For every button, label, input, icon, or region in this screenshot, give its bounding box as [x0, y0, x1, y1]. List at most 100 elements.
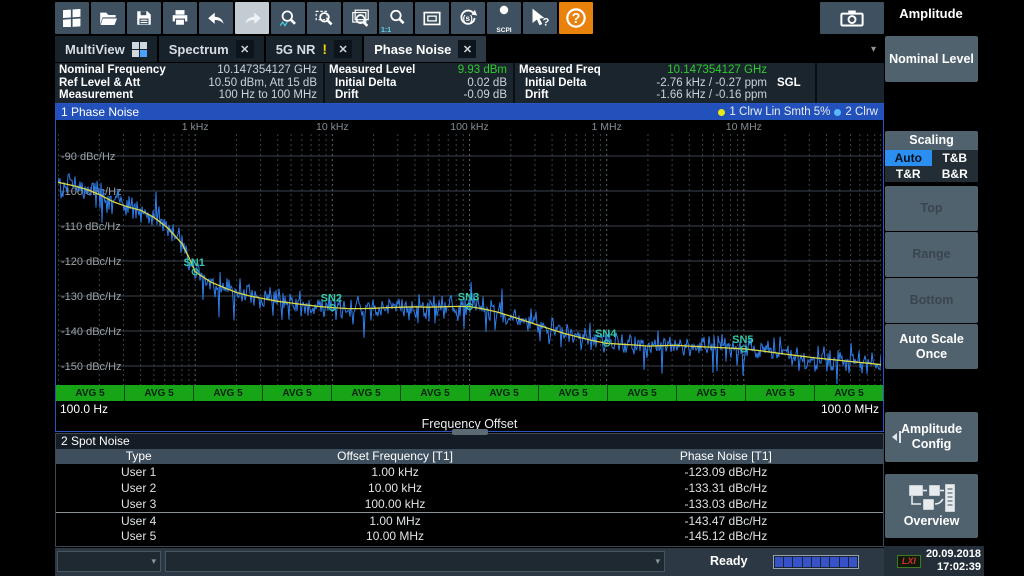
instrument-screen: 1:1 (s) SCPI ? ? Mu — [0, 0, 1024, 576]
scaling-option-br[interactable]: B&R — [932, 166, 979, 182]
zoom-one-to-one-button[interactable]: 1:1 — [379, 2, 413, 34]
info-label: Measurement — [59, 89, 133, 102]
camera-icon — [839, 8, 865, 28]
svg-text:SN2: SN2 — [321, 293, 342, 305]
tab-multiview[interactable]: MultiView — [55, 36, 157, 62]
cell-offset: 10.00 kHz — [221, 480, 568, 496]
bottom-button: Bottom — [885, 278, 978, 323]
zoom-graph-button[interactable] — [271, 2, 305, 34]
toolbar: 1:1 (s) SCPI ? ? — [55, 2, 884, 34]
help-button[interactable]: ? — [559, 2, 593, 34]
spot-noise-table-header: Type Offset Frequency [T1] Phase Noise [… — [56, 449, 883, 464]
softkey-menu: Amplitude Nominal Level Scaling Auto T&B… — [884, 0, 984, 576]
tab-phase-noise[interactable]: Phase Noise ✕ — [364, 36, 486, 62]
tab-spectrum-close-icon[interactable]: ✕ — [236, 40, 254, 58]
svg-text:1 kHz: 1 kHz — [182, 121, 209, 133]
svg-text:-110 dBc/Hz: -110 dBc/Hz — [61, 221, 121, 233]
time-label: 17:02:39 — [937, 561, 981, 573]
print-button[interactable] — [163, 2, 197, 34]
sweep-refresh-icon: (s) — [458, 8, 478, 28]
measurement-info-bar: Nominal Frequency10.147354127 GHz Ref Le… — [55, 63, 884, 103]
display-config-button[interactable] — [415, 2, 449, 34]
svg-text:-120 dBc/Hz: -120 dBc/Hz — [61, 256, 122, 268]
status-bar: ▾ ▾ Ready — [55, 548, 884, 576]
trace2-legend-label: 2 Clrw — [845, 106, 878, 118]
open-button[interactable] — [91, 2, 125, 34]
sweep-button[interactable]: (s) — [451, 2, 485, 34]
cell-offset: 1.00 kHz — [221, 464, 568, 480]
redo-button[interactable] — [235, 2, 269, 34]
table-row[interactable]: User 3 100.00 kHz -133.03 dBc/Hz — [56, 496, 883, 512]
status-dropdown-left[interactable]: ▾ — [57, 551, 161, 572]
tab-overflow-dropdown[interactable]: ▾ — [871, 44, 884, 55]
zoom-graph-icon — [279, 9, 298, 28]
svg-text:SN3: SN3 — [458, 292, 479, 304]
multi-zoom-button[interactable] — [343, 2, 377, 34]
softkey-menu-title: Amplitude — [884, 6, 978, 21]
info-column-level: Measured Level9.93 dBm Initial Delta0.02… — [325, 63, 513, 103]
progress-segment — [840, 557, 848, 567]
table-row[interactable]: User 4 1.00 MHz -143.47 dBc/Hz — [56, 512, 883, 528]
spot-noise-window-title: 2 Spot Noise — [56, 434, 883, 449]
zoom-select-button[interactable] — [307, 2, 341, 34]
cell-noise: -143.47 dBc/Hz — [569, 513, 883, 529]
overview-flow-icon — [908, 484, 956, 512]
scaling-button[interactable]: Scaling — [885, 131, 978, 150]
avg-segment: AVG 5 — [56, 385, 125, 401]
avg-segment: AVG 5 — [539, 385, 608, 401]
save-button[interactable] — [127, 2, 161, 34]
auto-scale-once-button[interactable]: Auto Scale Once — [885, 324, 978, 369]
info-label: Initial Delta — [519, 77, 586, 90]
tab-spectrum[interactable]: Spectrum ✕ — [159, 36, 264, 62]
overview-label: Overview — [904, 514, 960, 529]
dropdown-arrow-icon: ▾ — [151, 556, 156, 567]
dropdown-arrow-icon: ▾ — [655, 556, 660, 567]
info-bar-filler — [817, 63, 884, 103]
info-label: Nominal Frequency — [59, 64, 166, 77]
scaling-option-auto[interactable]: Auto — [885, 150, 932, 166]
scaling-option-tb[interactable]: T&B — [932, 150, 979, 166]
window-splitter-handle[interactable] — [452, 429, 488, 435]
avg-bar: AVG 5AVG 5AVG 5AVG 5AVG 5AVG 5AVG 5AVG 5… — [56, 385, 883, 401]
cell-offset: 100.00 kHz — [221, 496, 568, 512]
tab-5g-nr-close-icon[interactable]: ✕ — [334, 40, 352, 58]
phase-noise-plot[interactable]: -90 dBc/Hz-100 dBc/Hz-110 dBc/Hz-120 dBc… — [58, 120, 881, 385]
progress-segment — [784, 557, 792, 567]
phase-noise-window-header[interactable]: 1 Phase Noise 1 Clrw Lin Smth 5% 2 Clrw — [56, 104, 883, 120]
progress-segment — [830, 557, 838, 567]
tab-phase-noise-close-icon[interactable]: ✕ — [458, 40, 476, 58]
undo-button[interactable] — [199, 2, 233, 34]
svg-text:-150 dBc/Hz: -150 dBc/Hz — [61, 361, 122, 373]
info-value: 10.147354127 GHz — [169, 64, 317, 77]
context-help-button[interactable]: ? — [523, 2, 557, 34]
svg-text:-90 dBc/Hz: -90 dBc/Hz — [61, 151, 115, 163]
nominal-level-button[interactable]: Nominal Level — [885, 36, 978, 82]
tab-multiview-label: MultiView — [65, 42, 125, 57]
windows-logo-button[interactable] — [55, 2, 89, 34]
table-row[interactable]: User 5 10.00 MHz -145.12 dBc/Hz — [56, 528, 883, 544]
scaling-options: Auto T&B T&R B&R — [885, 150, 978, 182]
cell-type: User 5 — [56, 528, 221, 544]
screenshot-button[interactable] — [820, 2, 884, 34]
trace2-dot-icon — [834, 109, 841, 116]
svg-text:10 MHz: 10 MHz — [726, 121, 762, 133]
scaling-option-tr[interactable]: T&R — [885, 166, 932, 182]
status-dropdown-message[interactable]: ▾ — [165, 551, 665, 572]
svg-text:10 kHz: 10 kHz — [316, 121, 349, 133]
scpi-button[interactable]: SCPI — [487, 2, 521, 34]
cell-offset: 1.00 MHz — [221, 513, 568, 529]
help-icon: ? — [565, 7, 587, 29]
clock-panel: LXI 20.09.2018 17:02:39 — [884, 546, 984, 576]
progress-segment — [812, 557, 820, 567]
table-row[interactable]: User 1 1.00 kHz -123.09 dBc/Hz — [56, 464, 883, 480]
cell-noise: -133.03 dBc/Hz — [569, 496, 883, 512]
cell-type: User 4 — [56, 513, 221, 529]
tab-5g-nr[interactable]: 5G NR ! ✕ — [266, 36, 362, 62]
top-button: Top — [885, 186, 978, 231]
info-value: -0.09 dB — [435, 89, 507, 102]
table-row[interactable]: User 2 10.00 kHz -133.31 dBc/Hz — [56, 480, 883, 496]
main-area: 1:1 (s) SCPI ? ? Mu — [55, 0, 884, 576]
trace1-legend-label: 1 Clrw Lin Smth 5% — [729, 106, 830, 118]
overview-button[interactable]: Overview — [885, 474, 978, 538]
amplitude-config-button[interactable]: Amplitude Config — [885, 412, 978, 462]
